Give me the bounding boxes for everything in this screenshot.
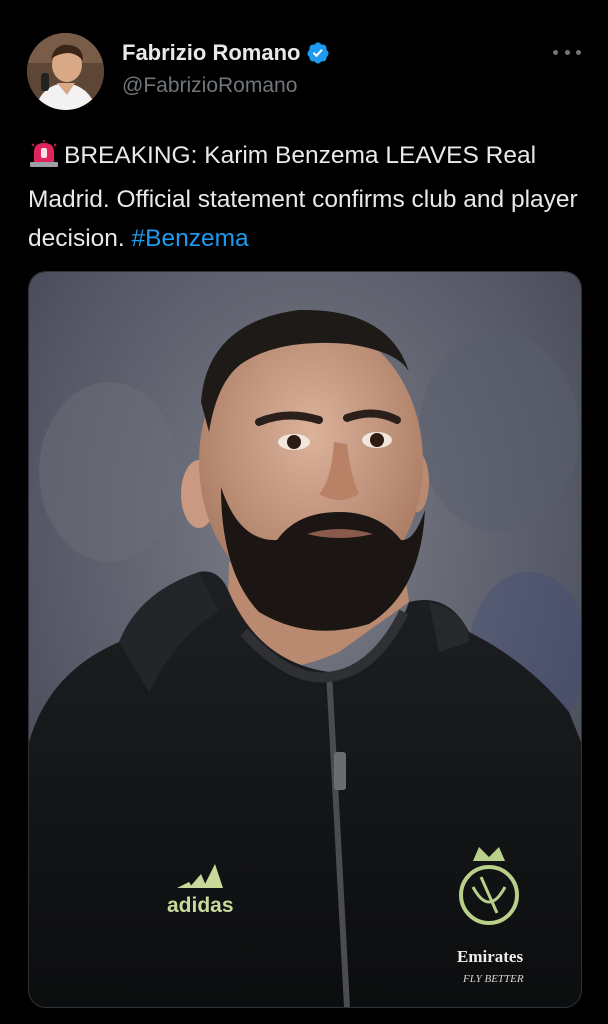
- avatar-photo: [27, 33, 104, 110]
- svg-text:adidas: adidas: [167, 894, 234, 917]
- tweet-text: BREAKING: Karim Benzema LEAVES Real Madr…: [28, 136, 593, 258]
- author-display-name[interactable]: Fabrizio Romano: [122, 40, 300, 66]
- more-dot: [553, 49, 558, 55]
- author-name-row[interactable]: Fabrizio Romano: [122, 40, 330, 66]
- svg-text:FLY BETTER: FLY BETTER: [462, 973, 524, 985]
- svg-text:Emirates: Emirates: [457, 947, 523, 966]
- player-photo: adidas Emirates FLY BETTER: [29, 272, 581, 1007]
- more-dot: [564, 49, 570, 55]
- police-siren-emoji-icon: [28, 140, 60, 180]
- tweet-photo[interactable]: adidas Emirates FLY BETTER: [28, 271, 582, 1008]
- tweet-body: BREAKING: Karim Benzema LEAVES Real Madr…: [28, 142, 578, 252]
- more-options-icon[interactable]: [553, 40, 581, 64]
- more-dot: [576, 49, 581, 55]
- author-handle[interactable]: @FabrizioRomano: [122, 74, 297, 98]
- hashtag-link[interactable]: #Benzema: [132, 225, 249, 252]
- author-avatar[interactable]: [27, 33, 104, 110]
- verified-badge-icon: [307, 42, 329, 64]
